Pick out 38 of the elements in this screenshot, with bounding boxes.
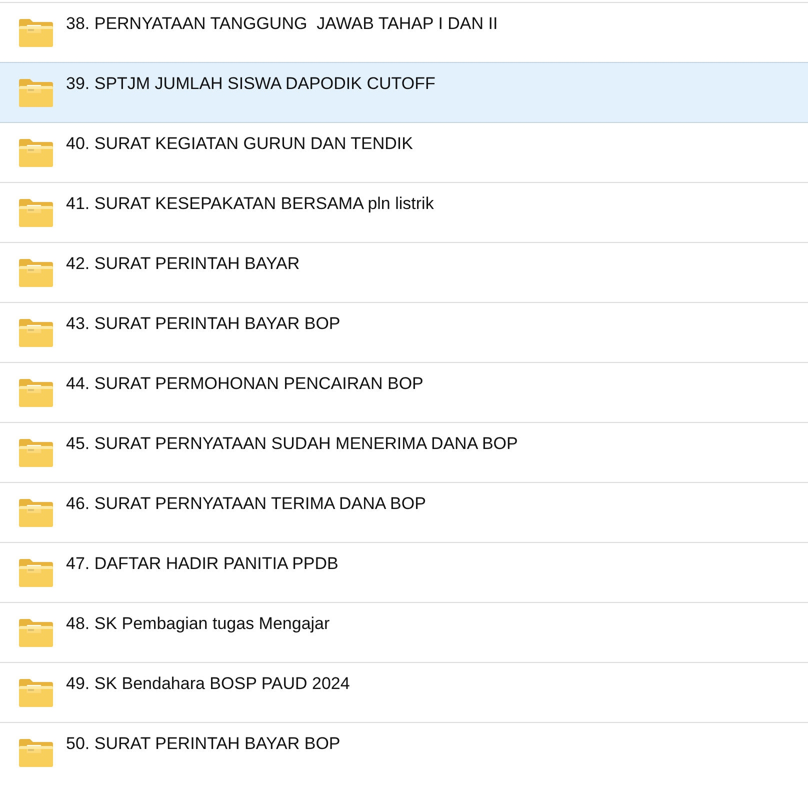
folder-row[interactable]: 48. SK Pembagian tugas Mengajar bbox=[0, 602, 808, 662]
folder-row[interactable]: 39. SPTJM JUMLAH SISWA DAPODIK CUTOFF bbox=[0, 62, 808, 122]
folder-name: 44. SURAT PERMOHONAN PENCAIRAN BOP bbox=[66, 374, 424, 394]
folder-icon bbox=[18, 438, 54, 468]
folder-icon bbox=[18, 558, 54, 588]
folder-name: 39. SPTJM JUMLAH SISWA DAPODIK CUTOFF bbox=[66, 74, 436, 94]
folder-name: 49. SK Bendahara BOSP PAUD 2024 bbox=[66, 674, 350, 694]
folder-icon bbox=[18, 78, 54, 108]
folder-row[interactable]: 46. SURAT PERNYATAAN TERIMA DANA BOP bbox=[0, 482, 808, 542]
folder-name: 50. SURAT PERINTAH BAYAR BOP bbox=[66, 734, 340, 754]
folder-name: 48. SK Pembagian tugas Mengajar bbox=[66, 614, 330, 634]
folder-row[interactable]: 40. SURAT KEGIATAN GURUN DAN TENDIK bbox=[0, 122, 808, 182]
folder-row[interactable]: 43. SURAT PERINTAH BAYAR BOP bbox=[0, 302, 808, 362]
folder-icon bbox=[18, 138, 54, 168]
folder-row[interactable]: 50. SURAT PERINTAH BAYAR BOP bbox=[0, 722, 808, 782]
folder-row[interactable]: 45. SURAT PERNYATAAN SUDAH MENERIMA DANA BOP bbox=[0, 422, 808, 482]
folder-icon bbox=[18, 498, 54, 528]
folder-icon bbox=[18, 18, 54, 48]
folder-row[interactable]: 47. DAFTAR HADIR PANITIA PPDB bbox=[0, 542, 808, 602]
folder-name: 41. SURAT KESEPAKATAN BERSAMA pln listrik bbox=[66, 194, 434, 214]
folder-name: 40. SURAT KEGIATAN GURUN DAN TENDIK bbox=[66, 134, 413, 154]
folder-name: 47. DAFTAR HADIR PANITIA PPDB bbox=[66, 554, 338, 574]
folder-row[interactable]: 41. SURAT KESEPAKATAN BERSAMA pln listrik bbox=[0, 182, 808, 242]
folder-name: 42. SURAT PERINTAH BAYAR bbox=[66, 254, 300, 274]
folder-name: 45. SURAT PERNYATAAN SUDAH MENERIMA DANA BOP bbox=[66, 434, 518, 454]
folder-name: 43. SURAT PERINTAH BAYAR BOP bbox=[66, 314, 340, 334]
folder-icon bbox=[18, 618, 54, 648]
folder-icon bbox=[18, 378, 54, 408]
folder-icon bbox=[18, 678, 54, 708]
folder-icon bbox=[18, 738, 54, 768]
folder-row[interactable]: 42. SURAT PERINTAH BAYAR bbox=[0, 242, 808, 302]
folder-icon bbox=[18, 258, 54, 288]
folder-row[interactable]: 49. SK Bendahara BOSP PAUD 2024 bbox=[0, 662, 808, 722]
folder-icon bbox=[18, 198, 54, 228]
folder-icon bbox=[18, 318, 54, 348]
folder-row[interactable]: 44. SURAT PERMOHONAN PENCAIRAN BOP bbox=[0, 362, 808, 422]
folder-name: 38. PERNYATAAN TANGGUNG JAWAB TAHAP I DAN II bbox=[66, 14, 498, 34]
folder-name: 46. SURAT PERNYATAAN TERIMA DANA BOP bbox=[66, 494, 426, 514]
